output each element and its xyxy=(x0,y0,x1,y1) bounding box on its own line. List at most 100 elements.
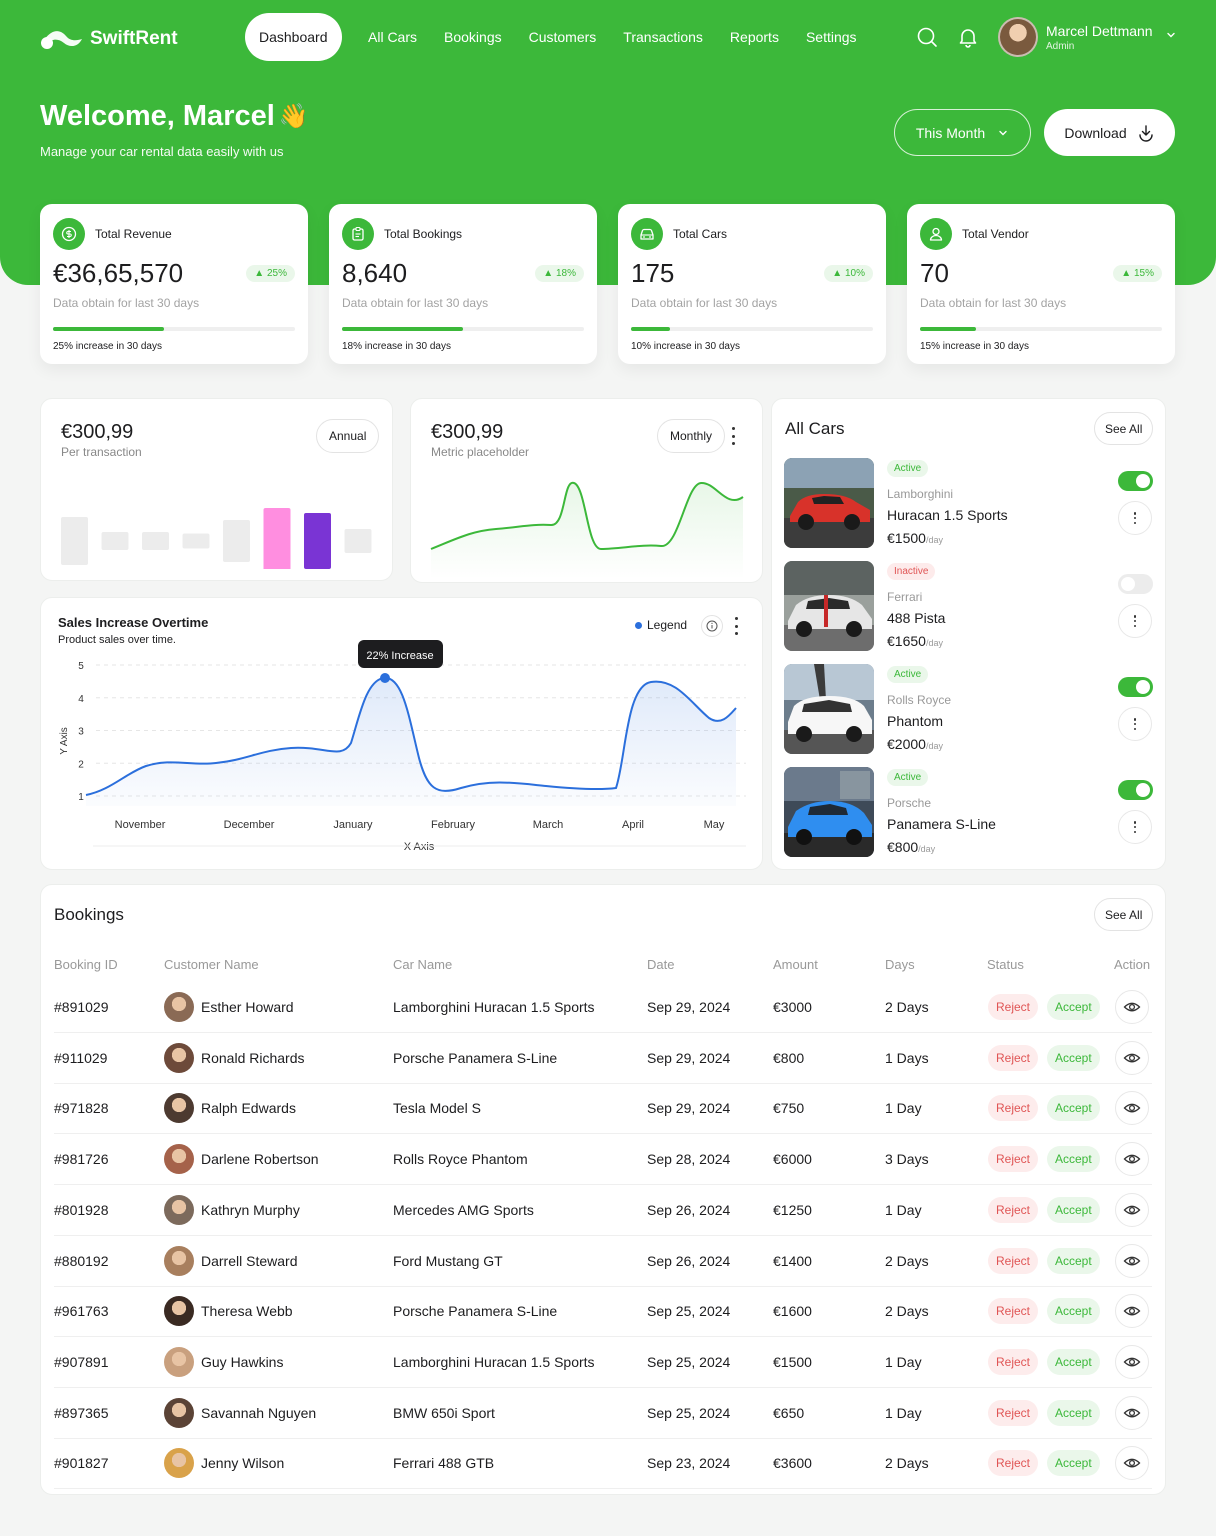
table-row[interactable]: #907891 Guy Hawkins Lamborghini Huracan 1.… xyxy=(54,1337,1152,1388)
car-item[interactable]: Inactive Ferrari 488 Pista €1650/day xyxy=(784,561,1154,653)
accept-button[interactable]: Accept xyxy=(1047,1146,1100,1173)
reject-button[interactable]: Reject xyxy=(988,1095,1039,1122)
car-active-toggle[interactable] xyxy=(1118,780,1153,800)
table-row[interactable]: #880192 Darrell Steward Ford Mustang GT Sep… xyxy=(54,1236,1152,1287)
nav-item-reports[interactable]: Reports xyxy=(716,13,792,61)
reject-button[interactable]: Reject xyxy=(988,994,1039,1020)
view-button[interactable] xyxy=(1115,1040,1149,1075)
sales-area-chart: 5 4 3 2 1 November December January February Mar… xyxy=(59,640,746,853)
car-item[interactable]: Active Porsche Panamera S-Line €800/day xyxy=(784,767,1154,859)
car-item[interactable]: Active Lamborghini Huracan 1.5 Sports €1… xyxy=(784,458,1154,550)
download-label: Download xyxy=(1064,124,1127,141)
accept-button[interactable]: Accept xyxy=(1047,1247,1100,1274)
view-button[interactable] xyxy=(1115,1344,1149,1379)
table-row[interactable]: #801928 Kathryn Murphy Mercedes AMG Sports… xyxy=(54,1185,1152,1236)
table-row[interactable]: #981726 Darlene Robertson Rolls Royce Phan… xyxy=(54,1134,1152,1186)
col-date: Date xyxy=(647,957,675,972)
car-more-button[interactable] xyxy=(1118,604,1152,638)
table-row[interactable]: #897365 Savannah Nguyen BMW 650i Sport Sep … xyxy=(54,1388,1152,1439)
annual-filter-button[interactable]: Annual xyxy=(316,419,380,453)
user-menu[interactable]: Marcel Dettmann Admin xyxy=(998,16,1177,58)
view-button[interactable] xyxy=(1115,1091,1149,1126)
table-row[interactable]: #911029 Ronald Richards Porsche Panamera S… xyxy=(54,1033,1152,1084)
booking-id: #901827 xyxy=(54,1455,109,1472)
bell-icon[interactable] xyxy=(957,26,979,48)
customer-name: Darrell Steward xyxy=(201,1252,298,1269)
accept-button[interactable]: Accept xyxy=(1047,1348,1100,1375)
all-cars-title: All Cars xyxy=(785,419,845,438)
view-button[interactable] xyxy=(1115,1294,1149,1329)
search-icon[interactable] xyxy=(916,26,938,48)
eye-icon xyxy=(1123,1053,1141,1063)
car-brand: Rolls Royce xyxy=(887,693,952,707)
booking-date: Sep 26, 2024 xyxy=(647,1201,731,1218)
car-name: Porsche Panamera S-Line xyxy=(393,1303,558,1320)
customer-avatar xyxy=(164,1397,194,1428)
nav-item-bookings[interactable]: Bookings xyxy=(431,13,516,61)
reject-button[interactable]: Reject xyxy=(988,1196,1039,1223)
car-image xyxy=(784,458,874,548)
view-button[interactable] xyxy=(1115,1243,1149,1278)
reject-button[interactable]: Reject xyxy=(988,1247,1039,1274)
x-tick-label: November xyxy=(115,819,166,831)
car-item[interactable]: Active Rolls Royce Phantom €2000/day xyxy=(784,664,1154,756)
cars-see-all-button[interactable]: See All xyxy=(1094,412,1154,445)
car-model: Huracan 1.5 Sports xyxy=(887,507,1008,523)
accept-button[interactable]: Accept xyxy=(1047,1298,1100,1325)
car-more-button[interactable] xyxy=(1118,810,1152,844)
accept-button[interactable]: Accept xyxy=(1047,1196,1100,1223)
reject-button[interactable]: Reject xyxy=(988,1298,1039,1325)
highlight-point[interactable] xyxy=(380,673,390,683)
monthly-filter-button[interactable]: Monthly xyxy=(657,419,726,453)
eye-icon xyxy=(1123,1256,1141,1265)
nav-item-transactions[interactable]: Transactions xyxy=(610,13,717,61)
nav-item-settings[interactable]: Settings xyxy=(792,13,870,61)
period-select[interactable]: This Month xyxy=(894,109,1031,156)
car-more-button[interactable] xyxy=(1118,707,1152,741)
car-more-button[interactable] xyxy=(1118,501,1152,535)
reject-button[interactable]: Reject xyxy=(988,1348,1039,1375)
nav-item-all-cars[interactable]: All Cars xyxy=(355,13,431,61)
car-active-toggle[interactable] xyxy=(1118,471,1153,491)
reject-button[interactable]: Reject xyxy=(988,1044,1039,1071)
nav-item-customers[interactable]: Customers xyxy=(515,13,610,61)
more-options-icon[interactable] xyxy=(729,427,737,445)
transaction-bar xyxy=(142,532,169,550)
booking-days: 1 Day xyxy=(885,1404,922,1421)
car-active-toggle[interactable] xyxy=(1118,574,1153,594)
brand-logo[interactable]: SwiftRent xyxy=(40,24,178,54)
col-action: Action xyxy=(1114,957,1151,972)
table-row[interactable]: #891029 Esther Howard Lamborghini Huracan … xyxy=(54,982,1152,1033)
customer-avatar xyxy=(164,1042,194,1073)
view-button[interactable] xyxy=(1115,990,1149,1024)
table-row[interactable]: #961763 Theresa Webb Porsche Panamera S-Li… xyxy=(54,1286,1152,1338)
table-row[interactable]: #901827 Jenny Wilson Ferrari 488 GTB Sep 23… xyxy=(54,1438,1152,1490)
stat-sub: Data obtain for last 30 days xyxy=(53,296,200,310)
car-image xyxy=(784,561,874,651)
accept-button[interactable]: Accept xyxy=(1047,1044,1100,1071)
x-tick-label: January xyxy=(333,819,373,831)
car-name: Mercedes AMG Sports xyxy=(393,1201,534,1218)
car-active-toggle[interactable] xyxy=(1118,677,1153,697)
view-button[interactable] xyxy=(1115,1192,1149,1227)
transaction-bar xyxy=(182,533,210,549)
bookings-see-all-button[interactable]: See All xyxy=(1094,898,1154,931)
view-button[interactable] xyxy=(1115,1395,1149,1430)
customer-avatar xyxy=(164,1245,194,1276)
x-tick-label: February xyxy=(431,819,476,831)
accept-button[interactable]: Accept xyxy=(1047,994,1100,1020)
reject-button[interactable]: Reject xyxy=(988,1450,1039,1477)
booking-id: #880192 xyxy=(54,1252,109,1269)
view-button[interactable] xyxy=(1115,1446,1149,1481)
stat-card-revenue: Total Revenue €36,65,570 ▲ 25% Data obta… xyxy=(40,204,308,364)
download-button[interactable]: Download xyxy=(1044,109,1175,156)
accept-button[interactable]: Accept xyxy=(1047,1450,1100,1477)
customer-name: Esther Howard xyxy=(201,999,294,1015)
table-row[interactable]: #971828 Ralph Edwards Tesla Model S Sep 29,… xyxy=(54,1083,1152,1135)
accept-button[interactable]: Accept xyxy=(1047,1095,1100,1122)
accept-button[interactable]: Accept xyxy=(1047,1399,1100,1426)
nav-item-dashboard[interactable]: Dashboard xyxy=(245,13,342,61)
view-button[interactable] xyxy=(1115,1142,1149,1177)
reject-button[interactable]: Reject xyxy=(988,1146,1039,1173)
reject-button[interactable]: Reject xyxy=(988,1399,1039,1426)
